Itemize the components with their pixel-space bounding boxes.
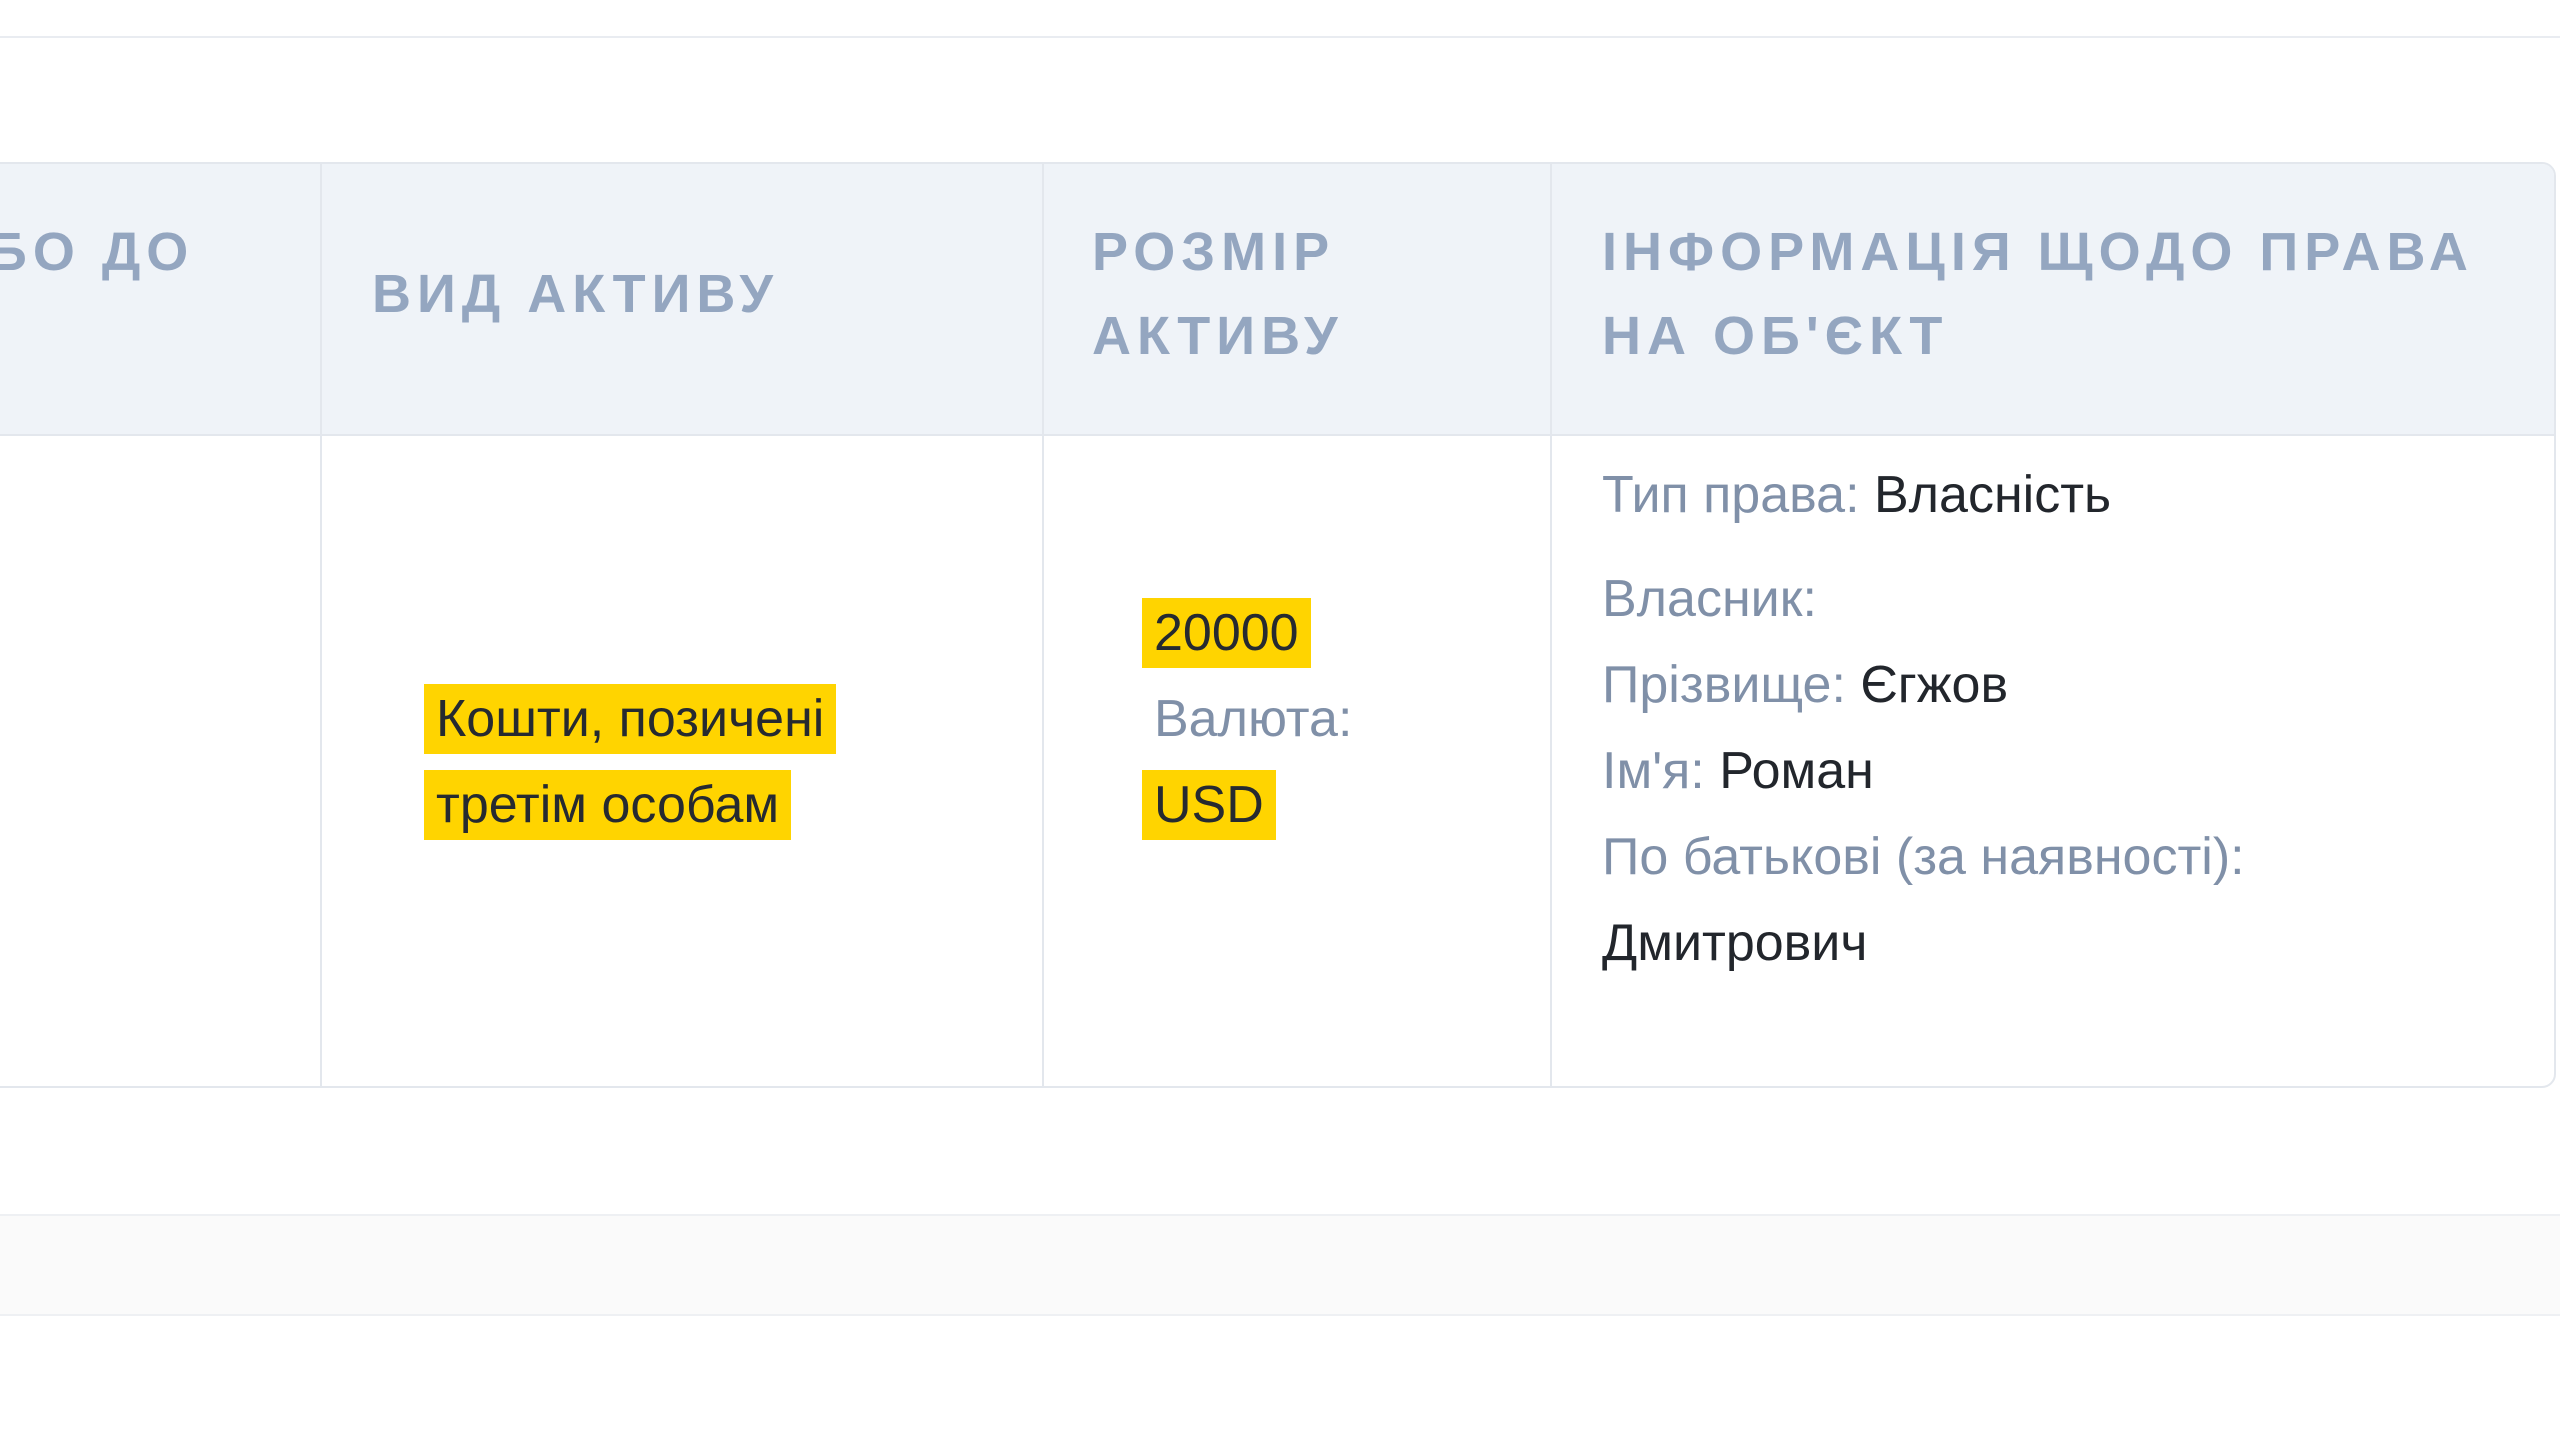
owner-label: Власник: xyxy=(1602,570,1817,628)
name-line: Ім'я: Роман xyxy=(1602,742,1874,800)
column-divider xyxy=(1042,164,1044,434)
table-row: Кошти, позичені третім особам 20000 Валю… xyxy=(0,436,2554,1086)
patronymic-label: По батькові (за наявності): xyxy=(1602,828,2245,886)
header-asset-type: ВИД АКТИВУ xyxy=(372,264,779,324)
currency-value: USD xyxy=(1142,762,1352,848)
header-ownership-info: ІНФОРМАЦІЯ ЩОДО ПРАВА НА ОБ'ЄКТ xyxy=(1602,210,2474,378)
right-type-line: Тип права: Власність xyxy=(1602,466,2112,524)
header-asset-size: РОЗМІР АКТИВУ xyxy=(1092,210,1344,378)
asset-type-line2: третім особам xyxy=(424,762,836,848)
declaration-assets-table: БО ДО ВИД АКТИВУ РОЗМІР АКТИВУ ІНФОРМАЦІ… xyxy=(0,162,2556,1088)
column-divider xyxy=(320,164,322,434)
patronymic-value: Дмитрович xyxy=(1602,914,1868,972)
header-asset-size-line1: РОЗМІР xyxy=(1092,222,1336,282)
column-divider xyxy=(1550,164,1552,434)
asset-type-line1: Кошти, позичені xyxy=(424,676,837,762)
table-header-row: БО ДО ВИД АКТИВУ РОЗМІР АКТИВУ ІНФОРМАЦІ… xyxy=(0,164,2554,436)
asset-size-cell: 20000 Валюта: USD xyxy=(1142,590,1352,848)
column-divider xyxy=(1042,436,1044,1086)
surname-line: Прізвище: Єгжов xyxy=(1602,656,2009,714)
header-asset-size-line2: АКТИВУ xyxy=(1092,306,1344,366)
header-ownership-info-line1: ІНФОРМАЦІЯ ЩОДО ПРАВА xyxy=(1602,222,2474,282)
top-divider xyxy=(0,36,2560,38)
section-footer-band xyxy=(0,1214,2560,1316)
ownership-info-cell: Тип права: Власність Власник: Прізвище: … xyxy=(1602,452,2245,986)
column-divider xyxy=(1550,436,1552,1086)
currency-label: Валюта: xyxy=(1154,690,1353,748)
header-partial-column: БО ДО xyxy=(0,222,195,282)
column-divider xyxy=(320,436,322,1086)
header-ownership-info-line2: НА ОБ'ЄКТ xyxy=(1602,306,1949,366)
asset-type-cell: Кошти, позичені третім особам xyxy=(424,676,837,848)
asset-amount: 20000 xyxy=(1142,590,1352,676)
